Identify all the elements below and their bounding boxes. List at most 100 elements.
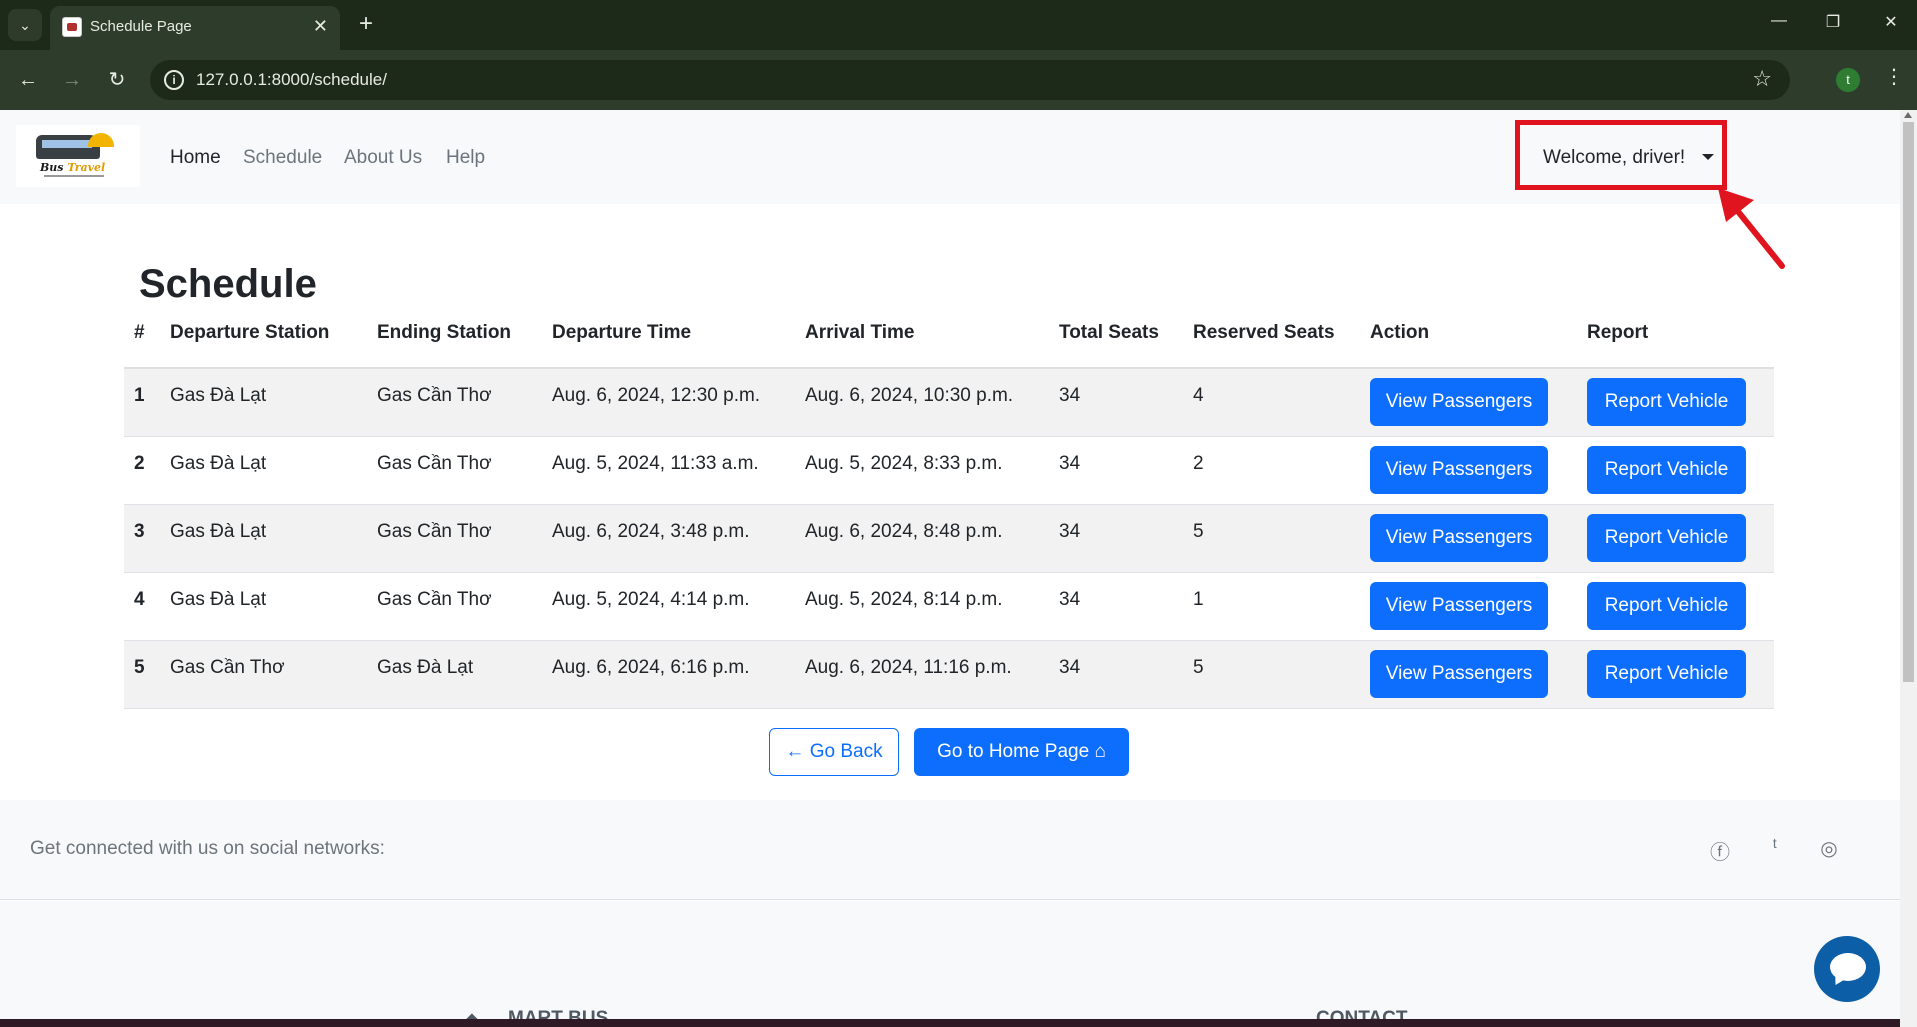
minimize-icon[interactable]: — bbox=[1764, 12, 1794, 30]
departure-station: Gas Đà Lạt bbox=[170, 589, 267, 610]
restore-icon[interactable]: ❐ bbox=[1818, 12, 1848, 32]
back-arrow-icon[interactable]: ← bbox=[14, 66, 42, 94]
page-scrollbar[interactable] bbox=[1900, 110, 1917, 1027]
arrival-time: Aug. 5, 2024, 8:33 p.m. bbox=[805, 453, 1003, 474]
browser-menu-icon[interactable]: ⋮ bbox=[1884, 64, 1904, 89]
forward-arrow-icon[interactable]: → bbox=[58, 66, 86, 94]
total-seats: 34 bbox=[1059, 589, 1081, 610]
ending-station: Gas Cần Thơ bbox=[377, 589, 492, 610]
departure-time: Aug. 5, 2024, 11:33 a.m. bbox=[552, 453, 759, 474]
ending-station: Gas Cần Thơ bbox=[377, 453, 492, 474]
table-row: 4 Gas Đà Lạt Gas Cần Thơ Aug. 5, 2024, 4… bbox=[124, 573, 1774, 641]
total-seats: 34 bbox=[1059, 521, 1081, 542]
reserved-seats: 5 bbox=[1193, 657, 1204, 678]
departure-time: Aug. 6, 2024, 6:16 p.m. bbox=[552, 657, 750, 678]
table-row: 3 Gas Đà Lạt Gas Cần Thơ Aug. 6, 2024, 3… bbox=[124, 505, 1774, 573]
report-vehicle-button[interactable]: Report Vehicle bbox=[1587, 446, 1746, 494]
total-seats: 34 bbox=[1059, 385, 1081, 406]
row-number: 3 bbox=[134, 521, 145, 542]
page-viewport: Bus Travel Home Schedule About Us Help W… bbox=[0, 110, 1900, 1027]
table-row: 5 Gas Cần Thơ Gas Đà Lạt Aug. 6, 2024, 6… bbox=[124, 641, 1774, 709]
new-tab-button[interactable]: + bbox=[352, 10, 380, 38]
arrival-time: Aug. 6, 2024, 11:16 p.m. bbox=[805, 657, 1012, 678]
report-vehicle-button[interactable]: Report Vehicle bbox=[1587, 378, 1746, 426]
departure-time: Aug. 5, 2024, 4:14 p.m. bbox=[552, 589, 750, 610]
table-row: 2 Gas Đà Lạt Gas Cần Thơ Aug. 5, 2024, 1… bbox=[124, 437, 1774, 505]
address-bar[interactable]: i 127.0.0.1:8000/schedule/ ☆ bbox=[150, 60, 1790, 100]
reserved-seats: 2 bbox=[1193, 453, 1204, 474]
departure-time: Aug. 6, 2024, 3:48 p.m. bbox=[552, 521, 750, 542]
col-header-action: Action bbox=[1370, 322, 1430, 343]
page-title: Schedule bbox=[139, 262, 317, 306]
col-header-num: # bbox=[134, 322, 145, 343]
go-back-button[interactable]: ← Go Back bbox=[769, 728, 899, 776]
scroll-up-icon[interactable] bbox=[1904, 112, 1912, 118]
view-passengers-button[interactable]: View Passengers bbox=[1370, 650, 1548, 698]
departure-station: Gas Đà Lạt bbox=[170, 521, 267, 542]
report-vehicle-button[interactable]: Report Vehicle bbox=[1587, 650, 1746, 698]
ending-station: Gas Đà Lạt bbox=[377, 657, 474, 678]
departure-station: Gas Đà Lạt bbox=[170, 385, 267, 406]
close-window-icon[interactable]: ✕ bbox=[1876, 12, 1906, 32]
footer-social-band: Get connected with us on social networks… bbox=[0, 800, 1900, 900]
col-header-total-seats: Total Seats bbox=[1059, 322, 1159, 343]
nav-home[interactable]: Home bbox=[170, 147, 221, 169]
nav-about-us[interactable]: About Us bbox=[344, 147, 422, 169]
browser-tab[interactable]: Schedule Page ✕ bbox=[50, 6, 340, 50]
nav-schedule[interactable]: Schedule bbox=[243, 147, 322, 169]
total-seats: 34 bbox=[1059, 453, 1081, 474]
total-seats: 34 bbox=[1059, 657, 1081, 678]
brand-logo[interactable]: Bus Travel bbox=[16, 125, 140, 187]
table-row: 1 Gas Đà Lạt Gas Cần Thơ Aug. 6, 2024, 1… bbox=[124, 369, 1774, 437]
tab-title: Schedule Page bbox=[90, 18, 192, 35]
view-passengers-button[interactable]: View Passengers bbox=[1370, 514, 1548, 562]
arrival-time: Aug. 6, 2024, 8:48 p.m. bbox=[805, 521, 1003, 542]
scroll-thumb[interactable] bbox=[1903, 122, 1914, 682]
chat-widget-button[interactable] bbox=[1814, 936, 1880, 1002]
annotation-highlight-box bbox=[1515, 120, 1727, 190]
brand-text: Bus Travel bbox=[40, 161, 105, 174]
ending-station: Gas Cần Thơ bbox=[377, 521, 492, 542]
reload-icon[interactable]: ↻ bbox=[103, 66, 131, 94]
view-passengers-button[interactable]: View Passengers bbox=[1370, 378, 1548, 426]
row-number: 1 bbox=[134, 385, 145, 406]
brand-text-travel: Travel bbox=[67, 161, 106, 174]
go-home-button[interactable]: Go to Home Page ⌂ bbox=[914, 728, 1129, 776]
col-header-arrival-time: Arrival Time bbox=[805, 322, 915, 343]
browser-toolbar: ← → ↻ i 127.0.0.1:8000/schedule/ ☆ t ⋮ bbox=[0, 50, 1917, 110]
reserved-seats: 4 bbox=[1193, 385, 1204, 406]
instagram-icon[interactable]: ◎ bbox=[1816, 836, 1842, 861]
row-number: 5 bbox=[134, 657, 145, 678]
col-header-reserved-seats: Reserved Seats bbox=[1193, 322, 1335, 343]
footer-lower: ◆ MART BUS CONTACT bbox=[0, 901, 1900, 1027]
view-passengers-button[interactable]: View Passengers bbox=[1370, 582, 1548, 630]
browser-tabstrip: ⌄ Schedule Page ✕ + — ❐ ✕ bbox=[0, 0, 1917, 50]
report-vehicle-button[interactable]: Report Vehicle bbox=[1587, 582, 1746, 630]
report-vehicle-button[interactable]: Report Vehicle bbox=[1587, 514, 1746, 562]
arrival-time: Aug. 5, 2024, 8:14 p.m. bbox=[805, 589, 1003, 610]
departure-station: Gas Cần Thơ bbox=[170, 657, 285, 678]
col-header-ending-station: Ending Station bbox=[377, 322, 512, 343]
url-text[interactable]: 127.0.0.1:8000/schedule/ bbox=[196, 70, 387, 90]
row-number: 2 bbox=[134, 453, 145, 474]
departure-station: Gas Đà Lạt bbox=[170, 453, 267, 474]
profile-avatar[interactable]: t bbox=[1836, 68, 1860, 92]
close-tab-icon[interactable]: ✕ bbox=[313, 16, 328, 36]
brand-tagline bbox=[44, 175, 104, 177]
col-header-departure-time: Departure Time bbox=[552, 322, 692, 343]
tab-search-chevron-icon[interactable]: ⌄ bbox=[8, 9, 42, 41]
reserved-seats: 5 bbox=[1193, 521, 1204, 542]
reserved-seats: 1 bbox=[1193, 589, 1204, 610]
site-navbar: Bus Travel Home Schedule About Us Help W… bbox=[0, 110, 1900, 269]
favicon-icon bbox=[62, 17, 82, 37]
nav-help[interactable]: Help bbox=[446, 147, 485, 169]
sun-icon bbox=[88, 133, 114, 147]
twitter-icon[interactable]: ᵗ bbox=[1762, 836, 1788, 859]
facebook-icon[interactable]: ⓕ bbox=[1707, 836, 1733, 865]
site-info-icon[interactable]: i bbox=[164, 70, 184, 90]
departure-time: Aug. 6, 2024, 12:30 p.m. bbox=[552, 385, 761, 406]
bookmark-star-icon[interactable]: ☆ bbox=[1752, 66, 1772, 92]
annotation-arrow bbox=[1718, 188, 1785, 269]
social-networks-text: Get connected with us on social networks… bbox=[30, 838, 385, 859]
view-passengers-button[interactable]: View Passengers bbox=[1370, 446, 1548, 494]
